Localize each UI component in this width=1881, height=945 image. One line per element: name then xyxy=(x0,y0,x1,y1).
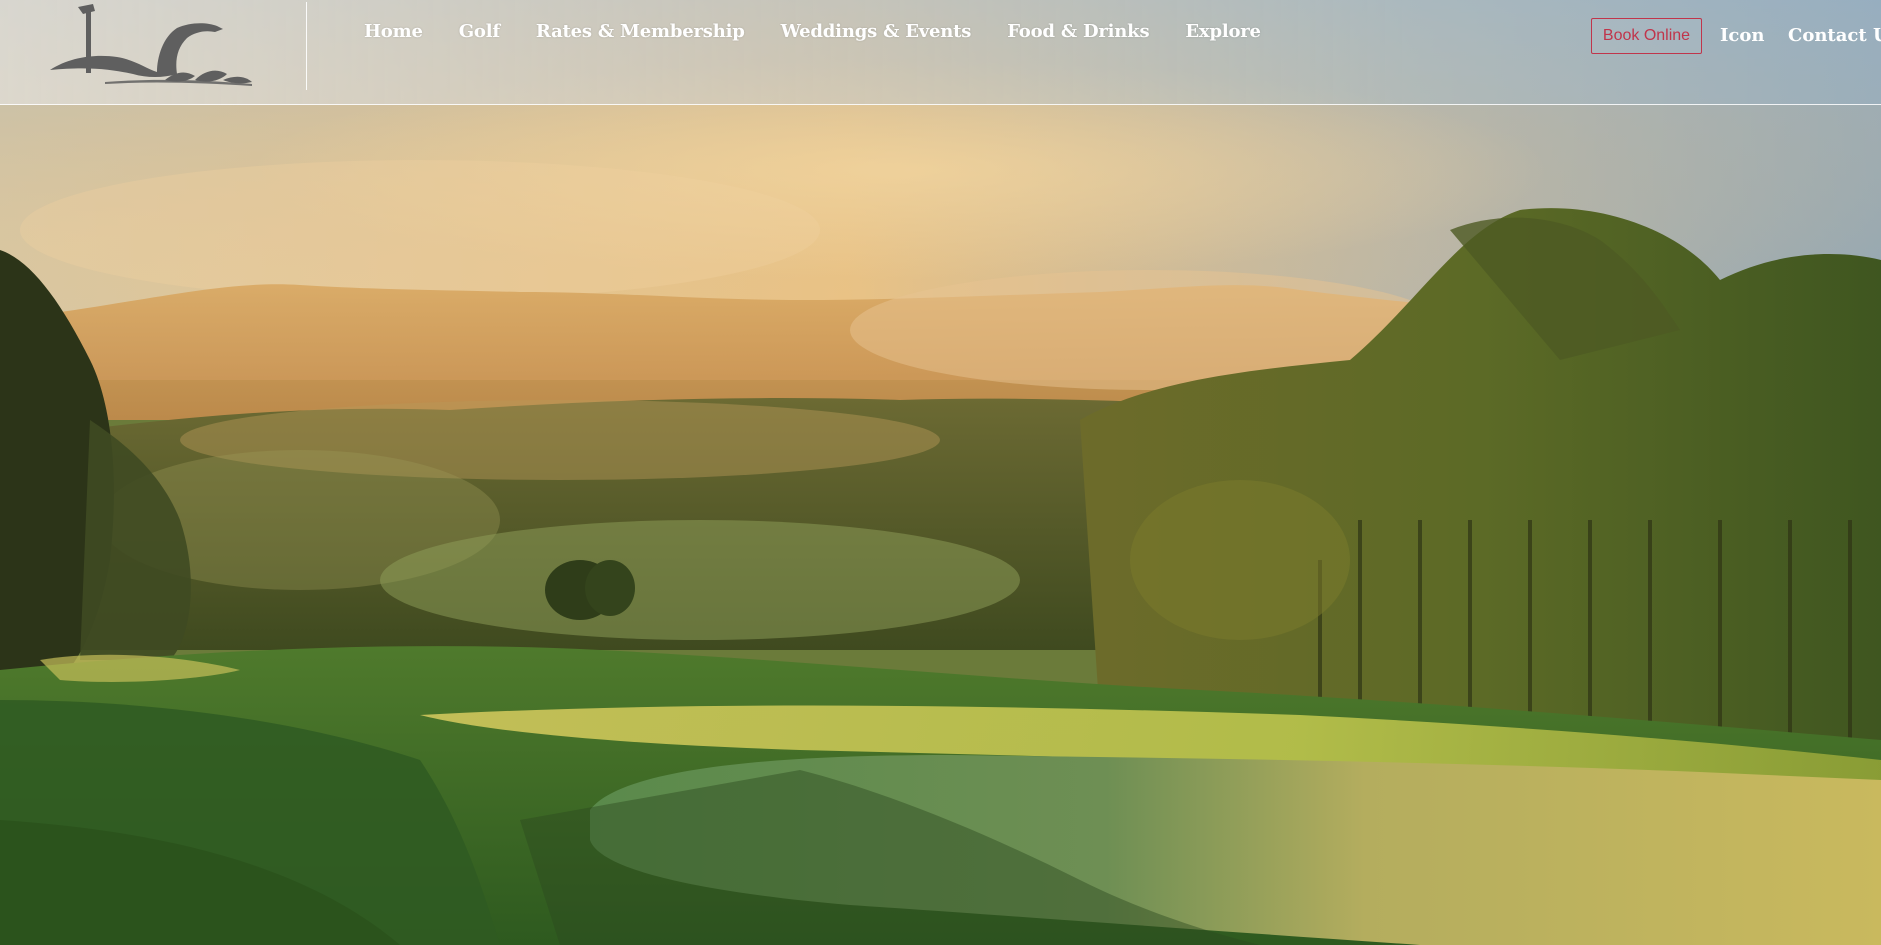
nav-item-explore[interactable]: Explore xyxy=(1185,18,1261,46)
nav-item-rates-membership[interactable]: Rates & Membership xyxy=(536,18,745,46)
hero-image xyxy=(0,0,1881,945)
header-divider xyxy=(306,2,307,90)
golf-course-landscape xyxy=(0,0,1881,945)
nav-item-home[interactable]: Home xyxy=(364,18,423,46)
contact-us-link[interactable]: Contact Us xyxy=(1788,22,1881,50)
nav-item-golf[interactable]: Golf xyxy=(459,18,500,46)
page: Home Golf Rates & Membership Weddings & … xyxy=(0,0,1881,945)
main-nav: Home Golf Rates & Membership Weddings & … xyxy=(364,18,1297,46)
book-online-button[interactable]: Book Online xyxy=(1591,18,1702,54)
sea-serpent-logo-icon[interactable] xyxy=(45,2,255,94)
site-header: Home Golf Rates & Membership Weddings & … xyxy=(0,0,1881,105)
nav-item-food-drinks[interactable]: Food & Drinks xyxy=(1007,18,1149,46)
icon-link[interactable]: Icon xyxy=(1720,22,1764,50)
nav-item-weddings-events[interactable]: Weddings & Events xyxy=(781,18,972,46)
